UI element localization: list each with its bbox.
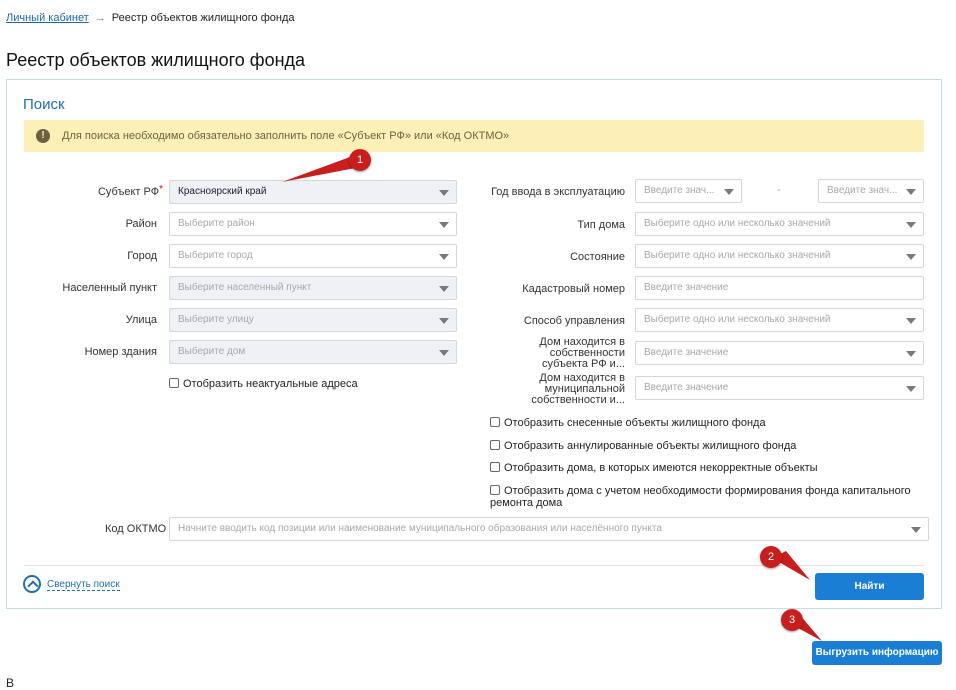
marker-1: 1: [349, 149, 371, 171]
marker-2: 2: [760, 546, 782, 568]
marker-3: 3: [781, 609, 803, 631]
annotation-pointers: [282, 157, 822, 641]
footer-text: В: [6, 676, 15, 690]
